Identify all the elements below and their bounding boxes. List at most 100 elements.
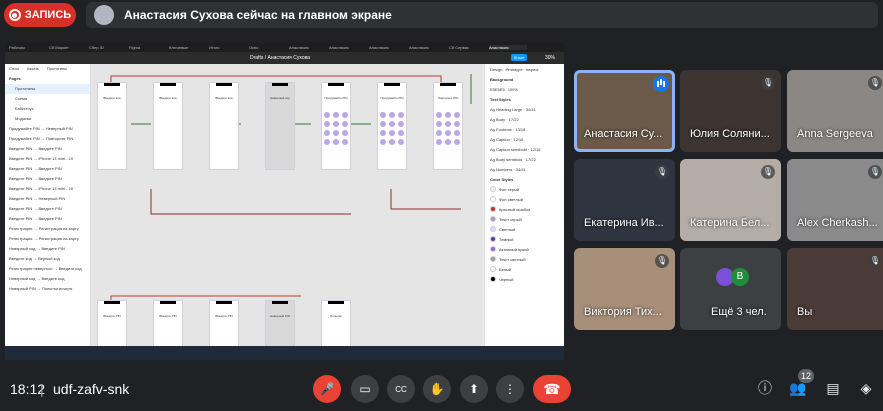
page-item[interactable]: Схема bbox=[5, 94, 90, 104]
pin-key bbox=[445, 139, 451, 145]
present-icon[interactable]: ⬆ bbox=[460, 375, 488, 403]
mic-off-icon: 🎙 bbox=[761, 165, 775, 179]
page-item[interactable]: Прототипы bbox=[5, 84, 90, 94]
captions-icon[interactable]: CC bbox=[387, 375, 415, 403]
color-style-item[interactable]: Фон светлый bbox=[485, 194, 564, 204]
layer-item[interactable]: Введите PIN → Введите PIN bbox=[5, 204, 90, 214]
layer-item[interactable]: Введите PIN → iPhone 13 mini - 19 bbox=[5, 154, 90, 164]
color-style-item[interactable]: Черный bbox=[485, 274, 564, 284]
browser-tab[interactable]: Сб Маркет bbox=[49, 45, 87, 50]
pin-key bbox=[333, 139, 339, 145]
layer-item[interactable]: Регистрация → Регистрация на карту bbox=[5, 224, 90, 234]
zoom-level[interactable]: 30% bbox=[545, 55, 555, 61]
layer-item[interactable]: Введите PIN → Неверный PIN bbox=[5, 194, 90, 204]
browser-tab[interactable]: Рабочая bbox=[9, 45, 47, 50]
raise-hand-icon[interactable]: ✋ bbox=[423, 375, 451, 403]
layer-item[interactable]: Неверный PIN → Попытки исчерп. bbox=[5, 284, 90, 294]
end-call-icon[interactable]: ☎ bbox=[533, 375, 571, 403]
phone-frame[interactable]: Введите код bbox=[97, 82, 127, 170]
text-style-item[interactable]: Ag Numbers · 34/41 bbox=[485, 164, 564, 174]
background-value[interactable]: E5E5E5 bbox=[490, 87, 505, 92]
participant-tile[interactable]: Анастасия Су... bbox=[574, 70, 675, 152]
right-panel-tabs: Design Prototype Inspect bbox=[485, 64, 564, 74]
background-opacity[interactable]: 100% bbox=[508, 87, 518, 92]
text-style-item[interactable]: Ag Heading Large · 34/41 bbox=[485, 104, 564, 114]
text-style-item[interactable]: Ag Caption · 12/16 bbox=[485, 134, 564, 144]
layer-item[interactable]: Придумайте PIN → Повторите PIN bbox=[5, 134, 90, 144]
layer-item[interactable]: Регистрация → Регистрация на карту bbox=[5, 234, 90, 244]
layer-item[interactable]: Введите PIN → Введите PIN bbox=[5, 214, 90, 224]
background-label: Background bbox=[490, 76, 514, 82]
phone-frame[interactable]: Введите код bbox=[209, 82, 239, 170]
text-style-item[interactable]: Ag Caption semibold · 12/16 bbox=[485, 144, 564, 154]
browser-tab[interactable]: Анастасия bbox=[289, 45, 327, 50]
pin-key bbox=[436, 139, 442, 145]
activities-icon[interactable]: ◈ bbox=[855, 377, 877, 399]
panel-tab[interactable]: Inspect bbox=[526, 67, 539, 72]
layer-item[interactable]: Введите PIN → Введите PIN bbox=[5, 164, 90, 174]
participant-tile[interactable]: Виктория Тих... 🎙 bbox=[574, 248, 675, 330]
panel-tab[interactable]: Прототипы bbox=[47, 66, 67, 71]
phone-frame[interactable]: Неверный код bbox=[265, 82, 295, 170]
color-style-item[interactable]: Темный bbox=[485, 234, 564, 244]
browser-tab[interactable]: Окно bbox=[249, 45, 287, 50]
layer-item[interactable]: Придумайте PIN → Неверный PIN bbox=[5, 124, 90, 134]
browser-tab[interactable]: Ключевые bbox=[169, 45, 207, 50]
panel-tab[interactable]: Prototype bbox=[505, 67, 522, 72]
pin-key bbox=[333, 130, 339, 136]
background-field[interactable]: E5E5E5 100% bbox=[485, 84, 564, 94]
color-style-item[interactable]: Фон серый bbox=[485, 184, 564, 194]
participant-tile[interactable]: Anna Sergeeva 🎙 bbox=[787, 70, 883, 152]
color-style-item[interactable]: Текст серый bbox=[485, 214, 564, 224]
color-style-item[interactable]: Красный ошибка bbox=[485, 204, 564, 214]
info-icon[interactable]: ⓘ bbox=[754, 377, 776, 399]
browser-tab[interactable]: Сбер ID bbox=[89, 45, 127, 50]
participant-tile[interactable]: Екатерина Ив... 🎙 bbox=[574, 159, 675, 241]
participant-name: Катерина Бел... bbox=[690, 217, 770, 229]
camera-icon[interactable]: ▭ bbox=[351, 375, 379, 403]
color-style-item[interactable]: Текст светлый bbox=[485, 254, 564, 264]
phone-frame[interactable]: Придумайте PIN bbox=[377, 82, 407, 170]
page-item[interactable]: Бэйкстоуз bbox=[5, 104, 90, 114]
mic-off-icon[interactable]: 🎤 bbox=[313, 375, 341, 403]
browser-tab[interactable]: Figma bbox=[129, 45, 167, 50]
browser-tab[interactable]: Анастасия bbox=[489, 44, 527, 50]
browser-tab[interactable]: Анастасия bbox=[329, 45, 367, 50]
layer-item[interactable]: Регистрация неверного → Введите код bbox=[5, 264, 90, 274]
color-style-item[interactable]: Активный яркий bbox=[485, 244, 564, 254]
more-participants-tile[interactable]: В Ещё 3 чел. bbox=[680, 248, 781, 330]
layer-item[interactable]: Неверный код → Введите код bbox=[5, 274, 90, 284]
figma-canvas[interactable]: Введите код Введите код Введите код Неверны… bbox=[91, 64, 483, 360]
chat-icon[interactable]: ▤ bbox=[822, 377, 844, 399]
panel-tab[interactable]: Assets bbox=[27, 66, 39, 71]
browser-tab[interactable]: Анастасия bbox=[369, 45, 407, 50]
more-vert-icon[interactable]: ⋮ bbox=[496, 375, 524, 403]
browser-tab[interactable]: Анастасия bbox=[409, 45, 447, 50]
layer-item[interactable]: Введите PIN → iPhone 13 mini - 18 bbox=[5, 184, 90, 194]
phone-frame[interactable]: Повторите PIN bbox=[433, 82, 463, 170]
share-button[interactable]: Share bbox=[511, 54, 527, 61]
layer-item[interactable]: Введите PIN → Введите PIN bbox=[5, 144, 90, 154]
phone-frame[interactable]: Придумайте PIN bbox=[321, 82, 351, 170]
status-bar bbox=[272, 301, 288, 304]
participant-tile[interactable]: Катерина Бел... 🎙 bbox=[680, 159, 781, 241]
phone-frame[interactable]: Введите код bbox=[153, 82, 183, 170]
text-style-item[interactable]: Ag Body · 17/22 bbox=[485, 114, 564, 124]
browser-tab[interactable]: Итого bbox=[209, 45, 247, 50]
layer-item[interactable]: Введите PIN → Введите PIN bbox=[5, 174, 90, 184]
panel-tab[interactable]: Design bbox=[490, 67, 502, 72]
page-item[interactable]: Модалки bbox=[5, 114, 90, 124]
participant-tile[interactable]: Юлия Соляни... 🎙 bbox=[680, 70, 781, 152]
pin-key bbox=[389, 130, 395, 136]
layer-item[interactable]: Введите код → Верный код bbox=[5, 254, 90, 264]
text-style-item[interactable]: Ag Footnote · 13/18 bbox=[485, 124, 564, 134]
browser-tab[interactable]: Сб Сервис bbox=[449, 45, 487, 50]
meeting-code: udf-zafv-snk bbox=[53, 381, 130, 397]
layer-item[interactable]: Неверный код → Введите PIN bbox=[5, 244, 90, 254]
text-style-item[interactable]: Ag Body semibold · 17/22 bbox=[485, 154, 564, 164]
participant-tile[interactable]: Вы 🎙 bbox=[787, 248, 883, 330]
participant-tile[interactable]: Alex Cherkash... 🎙 bbox=[787, 159, 883, 241]
panel-tab[interactable]: Слои bbox=[9, 66, 19, 71]
color-style-item[interactable]: Светлый bbox=[485, 224, 564, 234]
color-style-item[interactable]: Белый bbox=[485, 264, 564, 274]
